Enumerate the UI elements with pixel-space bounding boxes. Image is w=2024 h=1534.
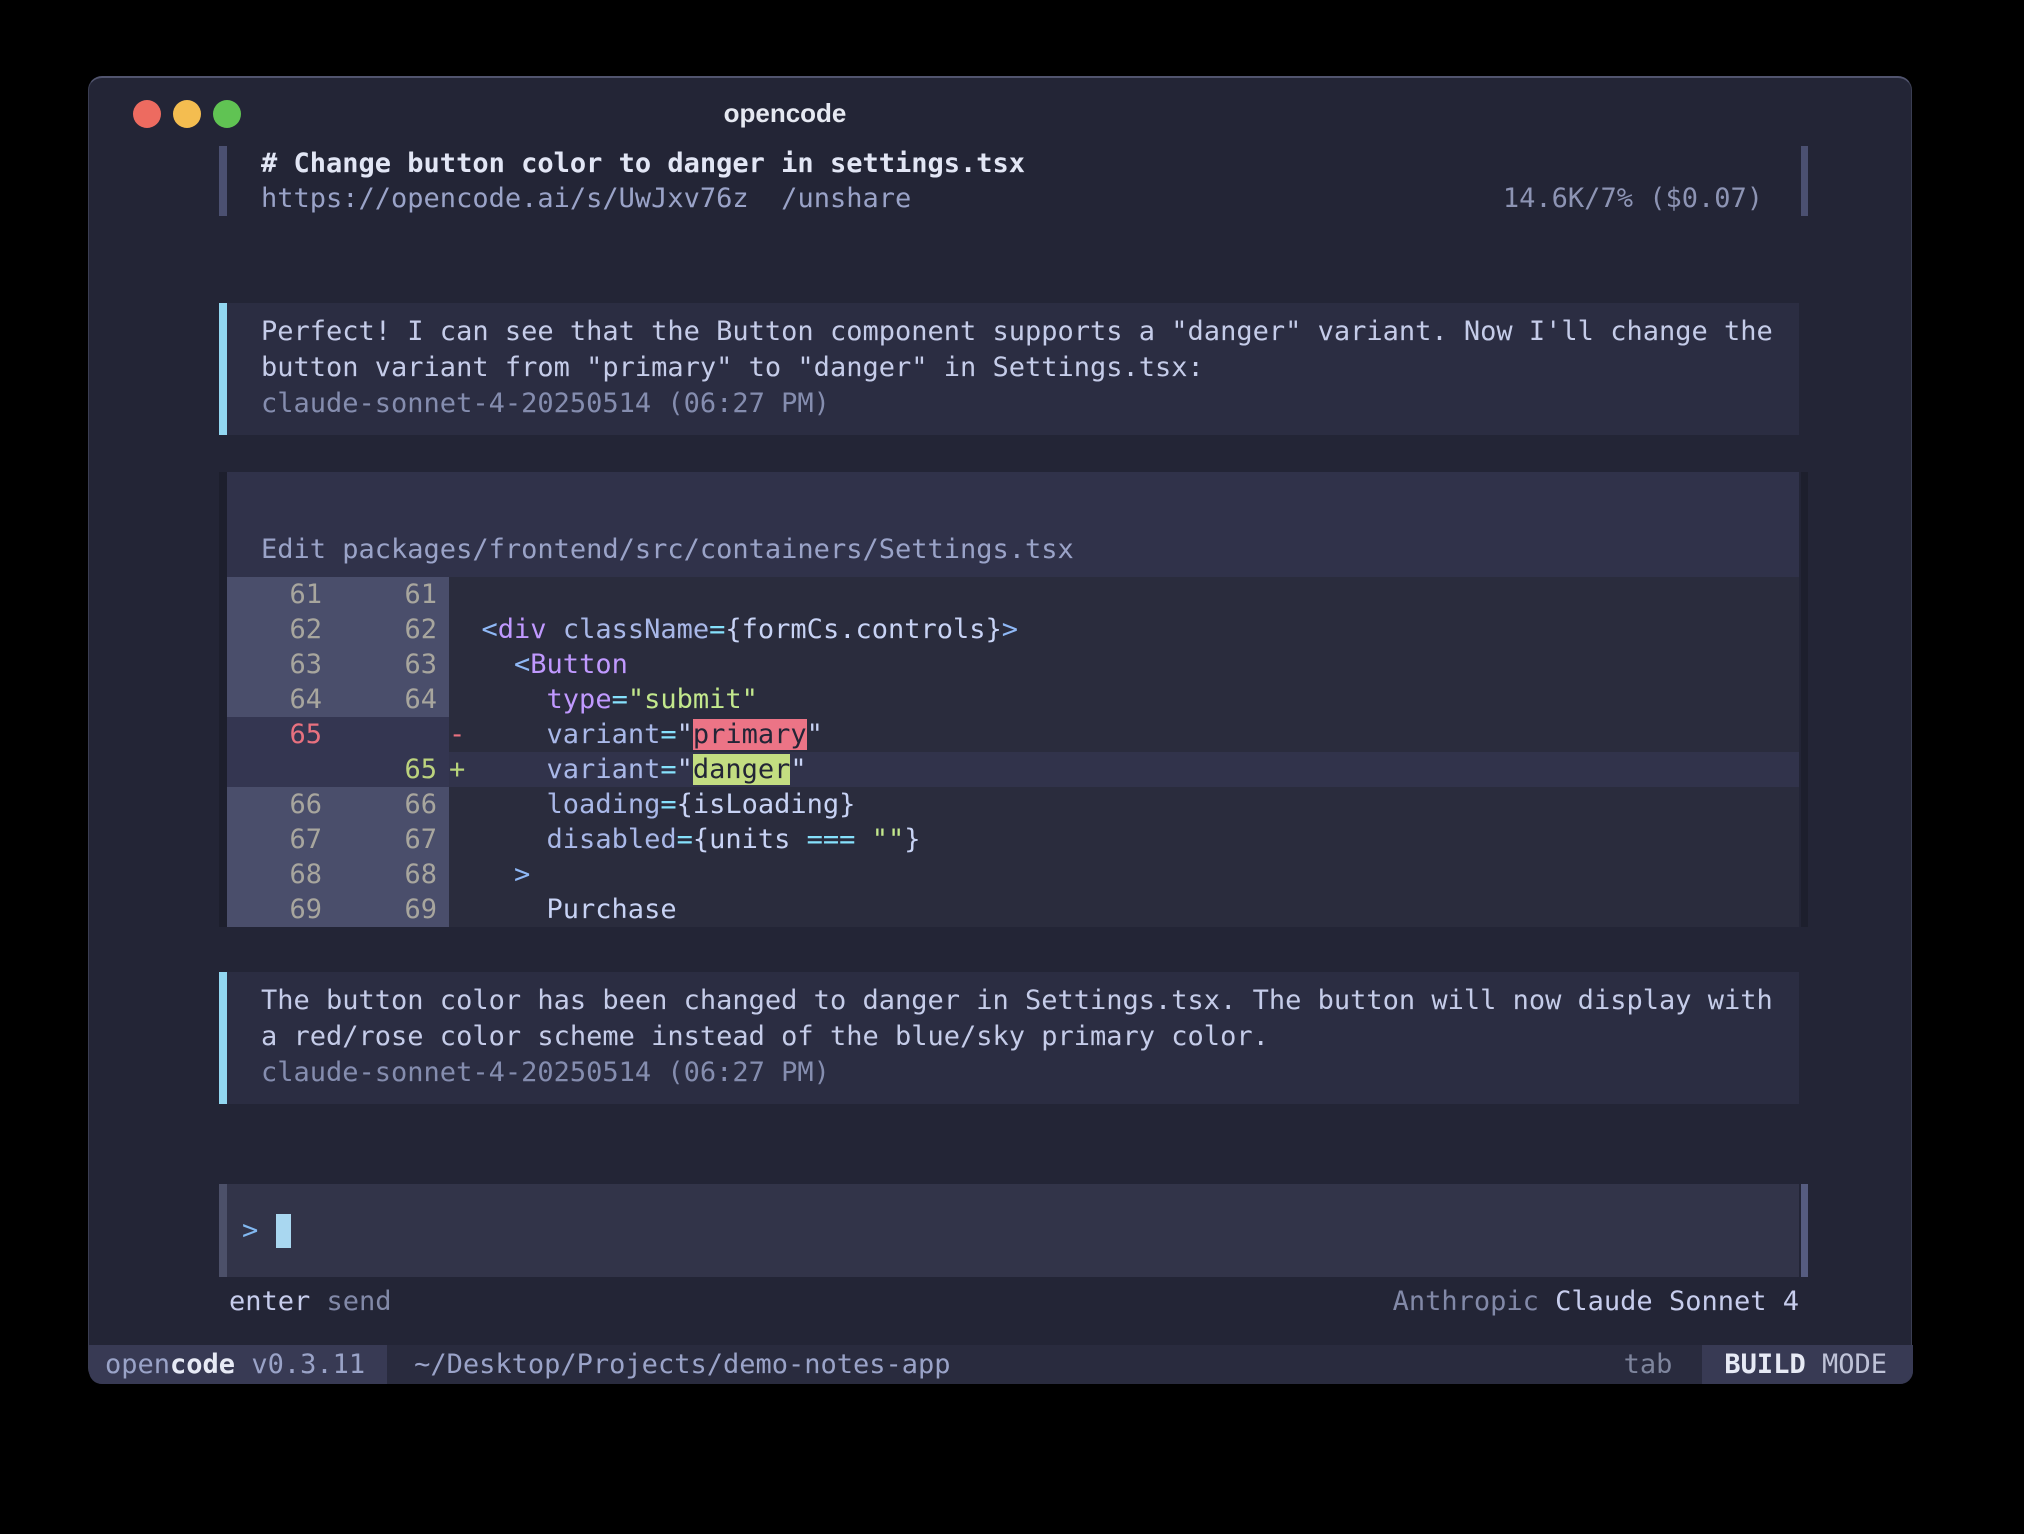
- diff-row: 65 - variant="primary": [227, 717, 1799, 752]
- window-title: opencode: [724, 98, 847, 129]
- model-info: claude-sonnet-4-20250514 (06:27 PM): [261, 386, 1779, 422]
- diff-code-line: Purchase: [449, 892, 1799, 927]
- diff-row: 6262 <div className={formCs.controls}>: [227, 612, 1799, 647]
- edit-tool-card: Edit packages/frontend/src/containers/Se…: [219, 472, 1799, 927]
- diff-code-line: loading={isLoading}: [449, 787, 1799, 822]
- session-share-url[interactable]: https://opencode.ai/s/UwJxv76z: [261, 181, 749, 216]
- diff-code-line: disabled={units === ""}: [449, 822, 1799, 857]
- line-number-old: 68: [227, 857, 337, 892]
- status-bar: opencode v0.3.11 ~/Desktop/Projects/demo…: [89, 1345, 1913, 1384]
- message-text-line: Perfect! I can see that the Button compo…: [261, 314, 1779, 350]
- provider-name: Anthropic: [1393, 1286, 1556, 1317]
- line-number-new: 62: [337, 612, 449, 647]
- diff-row: 6767 disabled={units === ""}: [227, 822, 1799, 857]
- line-number-new: 61: [337, 577, 449, 612]
- app-version: v0.3.11: [235, 1349, 365, 1380]
- header-right-bar: [1801, 146, 1808, 216]
- diff-row: 6666 loading={isLoading}: [227, 787, 1799, 822]
- working-directory: ~/Desktop/Projects/demo-notes-app: [414, 1349, 950, 1380]
- diff-code-line: type="submit": [449, 682, 1799, 717]
- message-text-line: button variant from "primary" to "danger…: [261, 350, 1779, 386]
- line-number-new: 63: [337, 647, 449, 682]
- diff-row: 6363 <Button: [227, 647, 1799, 682]
- build-mode-chip[interactable]: BUILD MODE: [1702, 1345, 1913, 1384]
- diff-code-line: [449, 577, 1799, 612]
- hint-send-label: send: [310, 1284, 391, 1320]
- diff-row: 65+ variant="danger": [227, 752, 1799, 787]
- line-number-new: 66: [337, 787, 449, 822]
- line-number-new: [337, 717, 449, 752]
- diff-code-line: <Button: [449, 647, 1799, 682]
- app-version-chip: opencode v0.3.11: [89, 1345, 387, 1384]
- hints-row: enter send Anthropic Claude Sonnet 4: [219, 1284, 1799, 1320]
- zoom-button[interactable]: [213, 100, 241, 128]
- prompt-input[interactable]: >: [219, 1184, 1799, 1277]
- title-bar: opencode: [89, 78, 1911, 142]
- line-number-new: 64: [337, 682, 449, 717]
- line-number-old: 66: [227, 787, 337, 822]
- token-usage: 14.6K/7% ($0.07): [1503, 181, 1763, 216]
- diff-view: 61616262 <div className={formCs.controls…: [227, 577, 1799, 927]
- line-number-old: 61: [227, 577, 337, 612]
- line-number-old: 65: [227, 717, 337, 752]
- diff-row: 6464 type="submit": [227, 682, 1799, 717]
- text-cursor: [276, 1214, 291, 1248]
- hint-enter-key: enter: [229, 1284, 310, 1320]
- mode-label-rest: MODE: [1822, 1349, 1887, 1380]
- line-number-new: 69: [337, 892, 449, 927]
- model-name: Claude Sonnet 4: [1555, 1286, 1799, 1317]
- diff-row: 6969 Purchase: [227, 892, 1799, 927]
- edit-card-right-bar: [1801, 472, 1808, 927]
- line-number-new: 67: [337, 822, 449, 857]
- line-number-old: [227, 752, 337, 787]
- model-info: claude-sonnet-4-20250514 (06:27 PM): [261, 1055, 1779, 1091]
- session-header: # Change button color to danger in setti…: [219, 146, 1799, 216]
- edit-tool-title: Edit packages/frontend/src/containers/Se…: [227, 472, 1799, 577]
- minimize-button[interactable]: [173, 100, 201, 128]
- session-title: # Change button color to danger in setti…: [261, 146, 1025, 181]
- prompt-symbol: >: [242, 1215, 258, 1246]
- input-right-bar: [1801, 1184, 1808, 1277]
- unshare-command[interactable]: /unshare: [749, 181, 912, 216]
- assistant-message-1: Perfect! I can see that the Button compo…: [219, 303, 1799, 435]
- app-name-open: open: [105, 1349, 170, 1380]
- diff-row: 6161: [227, 577, 1799, 612]
- line-number-old: 64: [227, 682, 337, 717]
- diff-code-line: <div className={formCs.controls}>: [449, 612, 1799, 647]
- diff-code-line: - variant="primary": [449, 717, 1799, 752]
- line-number-old: 67: [227, 822, 337, 857]
- line-number-old: 62: [227, 612, 337, 647]
- diff-code-line: + variant="danger": [449, 752, 1799, 787]
- tab-hint[interactable]: tab: [1624, 1349, 1673, 1380]
- diff-row: 6868 >: [227, 857, 1799, 892]
- line-number-old: 63: [227, 647, 337, 682]
- close-button[interactable]: [133, 100, 161, 128]
- opencode-window: opencode # Change button color to danger…: [88, 76, 1912, 1382]
- line-number-new: 65: [337, 752, 449, 787]
- mode-label-bold: BUILD: [1724, 1349, 1822, 1380]
- message-text-line: The button color has been changed to dan…: [261, 983, 1779, 1019]
- message-text-line: a red/rose color scheme instead of the b…: [261, 1019, 1779, 1055]
- line-number-old: 69: [227, 892, 337, 927]
- assistant-message-2: The button color has been changed to dan…: [219, 972, 1799, 1104]
- diff-code-line: >: [449, 857, 1799, 892]
- app-name-code: code: [170, 1349, 235, 1380]
- line-number-new: 68: [337, 857, 449, 892]
